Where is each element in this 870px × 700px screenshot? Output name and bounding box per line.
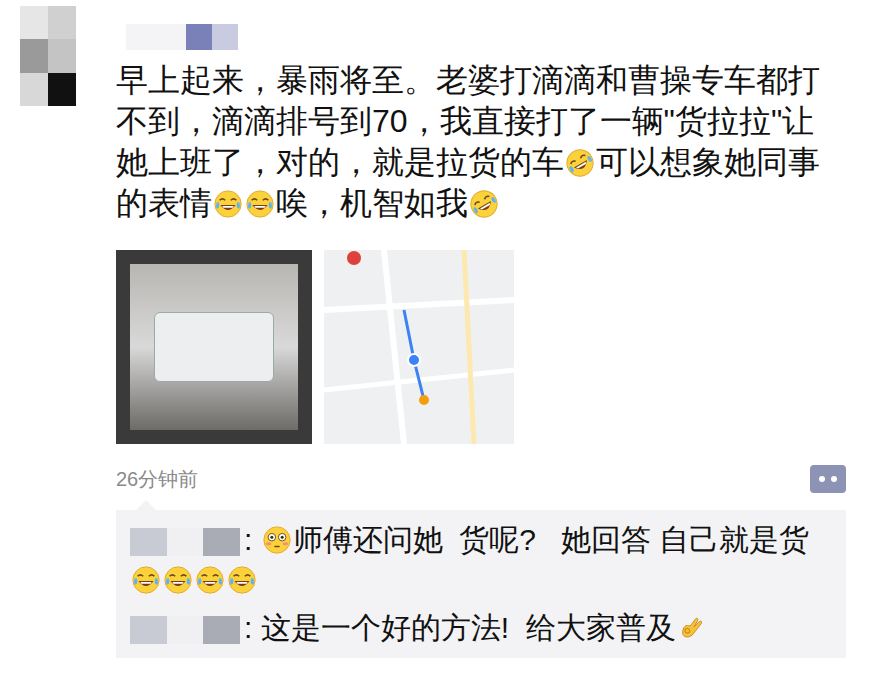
- moments-post: 早上起来，暴雨将至。老婆打滴滴和曹操专车都打不到，滴滴排号到70，我直接打了一辆…: [0, 0, 870, 700]
- text-run: :: [244, 523, 261, 556]
- ok-hand-icon: [677, 613, 707, 643]
- text-run: 师傅还问她 货呢? 她回答 自己就是货: [293, 523, 810, 556]
- image-row: [116, 250, 846, 444]
- joy-icon: [227, 565, 257, 595]
- text-run: : 这是一个好的方法! 给大家普及: [244, 611, 676, 644]
- joy-icon: [245, 189, 275, 219]
- post-time: 26分钟前: [116, 464, 198, 494]
- comment-button[interactable]: [810, 465, 846, 493]
- blurred-name: [130, 528, 240, 556]
- blurred-name: [130, 616, 240, 644]
- text-run: 唉，机智如我: [276, 185, 468, 221]
- joy-icon: [163, 565, 193, 595]
- rofl-icon: [565, 148, 595, 178]
- author-name: [126, 24, 846, 50]
- comment: : 师傅还问她 货呢? 她回答 自己就是货: [130, 520, 832, 600]
- meta-row: 26分钟前: [116, 464, 846, 494]
- post-text: 早上起来，暴雨将至。老婆打滴滴和曹操专车都打不到，滴滴排号到70，我直接打了一辆…: [116, 60, 846, 224]
- flushed-icon: [262, 525, 292, 555]
- post-body: 早上起来，暴雨将至。老婆打滴滴和曹操专车都打不到，滴滴排号到70，我直接打了一辆…: [116, 6, 846, 700]
- joy-icon: [213, 189, 243, 219]
- rofl-icon: [469, 189, 499, 219]
- photo-image: [116, 250, 312, 444]
- joy-icon: [195, 565, 225, 595]
- comments-panel: : 师傅还问她 货呢? 她回答 自己就是货 : 这是一个好的方法! 给大家普及: [116, 510, 846, 658]
- avatar: [20, 6, 76, 106]
- joy-icon: [131, 565, 161, 595]
- map-icon: [324, 250, 514, 444]
- comment: : 这是一个好的方法! 给大家普及: [130, 608, 832, 648]
- map-image: [324, 250, 514, 444]
